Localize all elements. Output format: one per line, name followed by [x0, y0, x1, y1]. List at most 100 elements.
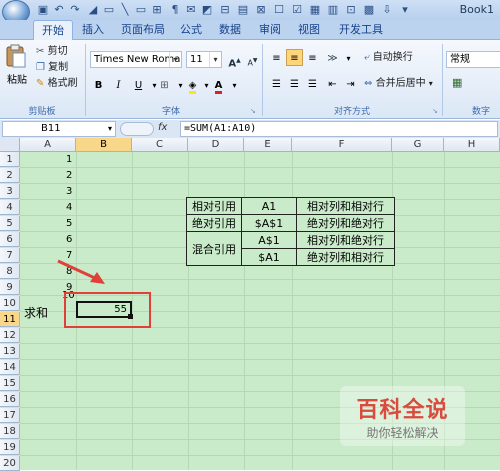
quick-access-icon[interactable]: ⇩	[380, 3, 394, 17]
table-cell[interactable]: A1	[241, 197, 297, 215]
orientation-dropdown[interactable]: ▾	[340, 49, 357, 66]
quick-access-icon[interactable]: ☑	[290, 3, 304, 17]
quick-access-icon[interactable]: ▥	[326, 3, 340, 17]
table-cell[interactable]: 混合引用	[186, 231, 242, 266]
tab-review[interactable]: 审阅	[253, 20, 287, 40]
cut-label: 剪切	[47, 46, 68, 57]
orientation-icon: ≫	[327, 53, 338, 64]
chevron-down-icon: ▾	[232, 81, 237, 90]
merge-center-button[interactable]: ⇔ 合并后居中 ▾	[364, 75, 433, 93]
quick-access-icon[interactable]: ✉	[184, 3, 198, 17]
chevron-down-icon: ▾	[107, 124, 112, 133]
table-cell[interactable]: 相对引用	[186, 197, 242, 215]
quick-access-icon[interactable]: ▤	[236, 3, 250, 17]
number-format-value: 常规	[450, 54, 470, 65]
name-box-value: B11	[41, 123, 61, 134]
font-color-dropdown[interactable]: ▾	[226, 76, 243, 93]
table-cell[interactable]: 绝对列和绝对行	[296, 214, 395, 232]
font-size-select[interactable]: 11 ▾	[186, 51, 222, 68]
quick-access-icon[interactable]: ▭	[102, 3, 116, 17]
tab-developer[interactable]: 开发工具	[332, 20, 390, 40]
borders-button[interactable]: ⊞	[156, 76, 173, 93]
font-color-button[interactable]: A	[210, 76, 227, 94]
watermark: 百科全说 助你轻松解决	[340, 386, 465, 446]
decrease-indent-button[interactable]: ⇤	[324, 75, 341, 92]
table-cell[interactable]: $A$1	[241, 214, 297, 232]
align-left-icon: ☰	[272, 79, 281, 90]
quick-access-icon[interactable]: ▭	[134, 3, 148, 17]
quick-access-icon[interactable]: ¶	[168, 3, 182, 17]
tab-data[interactable]: 数据	[213, 20, 247, 40]
insert-function-button[interactable]: fx	[158, 122, 167, 133]
quick-access-icon[interactable]: ⊠	[254, 3, 268, 17]
font-group-label: 字体	[161, 107, 180, 117]
currency-icon[interactable]: ▦	[452, 76, 462, 89]
quick-access-icon[interactable]: ◩	[200, 3, 214, 17]
format-painter-label: 格式刷	[47, 78, 78, 89]
align-top-button[interactable]: ≡	[268, 49, 285, 66]
align-middle-icon: ≡	[290, 53, 299, 64]
wrap-text-label: 自动换行	[372, 52, 413, 63]
formula-input[interactable]: =SUM(A1:A10)	[180, 121, 498, 137]
align-right-button[interactable]: ☰	[304, 75, 321, 92]
dialog-launcher-icon[interactable]: ↘	[432, 107, 438, 115]
italic-button[interactable]: I	[110, 76, 127, 93]
shrink-font-button[interactable]: A▼	[244, 51, 261, 68]
number-format-select[interactable]: 常规	[446, 51, 500, 68]
name-box[interactable]: B11 ▾	[2, 121, 116, 137]
quick-access-icon[interactable]: ☐	[272, 3, 286, 17]
undo-icon[interactable]: ↶	[52, 3, 66, 17]
format-painter-icon: ✎	[36, 78, 45, 89]
number-group-label: 数字	[472, 107, 491, 117]
align-left-button[interactable]: ☰	[268, 75, 285, 92]
quick-access-icon[interactable]: ╲	[118, 3, 132, 17]
table-cell[interactable]: A$1	[241, 231, 297, 249]
grow-font-button[interactable]: A▲	[226, 51, 243, 69]
align-bottom-button[interactable]: ≡	[304, 49, 321, 66]
table-cell[interactable]: 绝对列和相对行	[296, 248, 395, 266]
arrow-shaft	[57, 259, 98, 281]
tab-home[interactable]: 开始	[33, 20, 73, 40]
quick-access-icon[interactable]: ⊡	[344, 3, 358, 17]
orientation-button[interactable]: ≫	[324, 49, 341, 66]
bold-button[interactable]: B	[90, 76, 107, 93]
table-cell[interactable]: 绝对引用	[186, 214, 242, 232]
wrap-text-icon: ⤶	[364, 52, 370, 63]
quick-access-icon[interactable]: ⊞	[150, 3, 164, 17]
tab-formulas[interactable]: 公式	[174, 20, 208, 40]
table-cell[interactable]: 相对列和相对行	[296, 197, 395, 215]
chevron-down-icon: ▾	[169, 52, 181, 67]
quick-access-icon[interactable]: ▦	[308, 3, 322, 17]
align-center-button[interactable]: ☰	[286, 75, 303, 92]
quick-access-icon[interactable]: ◢	[86, 3, 100, 17]
paint-bucket-icon: ◈	[188, 80, 197, 94]
underline-button[interactable]: U	[130, 76, 147, 93]
quick-access-icon[interactable]: ▩	[362, 3, 376, 17]
dialog-launcher-icon[interactable]: ↘	[250, 107, 256, 115]
chevron-down-icon: ▾	[428, 79, 433, 88]
table-cell[interactable]: $A1	[241, 248, 297, 266]
chevron-down-icon: ▾	[346, 54, 351, 63]
watermark-title: 百科全说	[356, 398, 449, 423]
paste-button[interactable]: 粘贴	[4, 44, 30, 86]
align-bottom-icon: ≡	[308, 53, 317, 64]
format-painter-button[interactable]: ✎ 格式刷	[36, 75, 78, 93]
save-icon[interactable]: ▣	[36, 3, 50, 17]
align-middle-button[interactable]: ≡	[286, 49, 303, 66]
quick-access-icon[interactable]: ▾	[398, 3, 412, 17]
clipboard-group-label: 剪贴板	[28, 107, 56, 117]
formula-bar-splitter[interactable]	[120, 122, 154, 136]
formula-bar: B11 ▾ fx =SUM(A1:A10)	[0, 120, 500, 138]
group-separator	[262, 44, 263, 116]
watermark-subtitle: 助你轻松解决	[366, 426, 439, 440]
tab-insert[interactable]: 插入	[76, 20, 110, 40]
increase-indent-button[interactable]: ⇥	[342, 75, 359, 92]
tab-page-layout[interactable]: 页面布局	[114, 20, 172, 40]
wrap-text-button[interactable]: ⤶ 自动换行	[364, 49, 413, 67]
font-family-select[interactable]: Times New Roman ▾	[90, 51, 182, 68]
redo-icon[interactable]: ↷	[68, 3, 82, 17]
table-cell[interactable]: 相对列和绝对行	[296, 231, 395, 249]
tab-view[interactable]: 视图	[292, 20, 326, 40]
font-size-value: 11	[190, 54, 203, 65]
quick-access-icon[interactable]: ⊟	[218, 3, 232, 17]
